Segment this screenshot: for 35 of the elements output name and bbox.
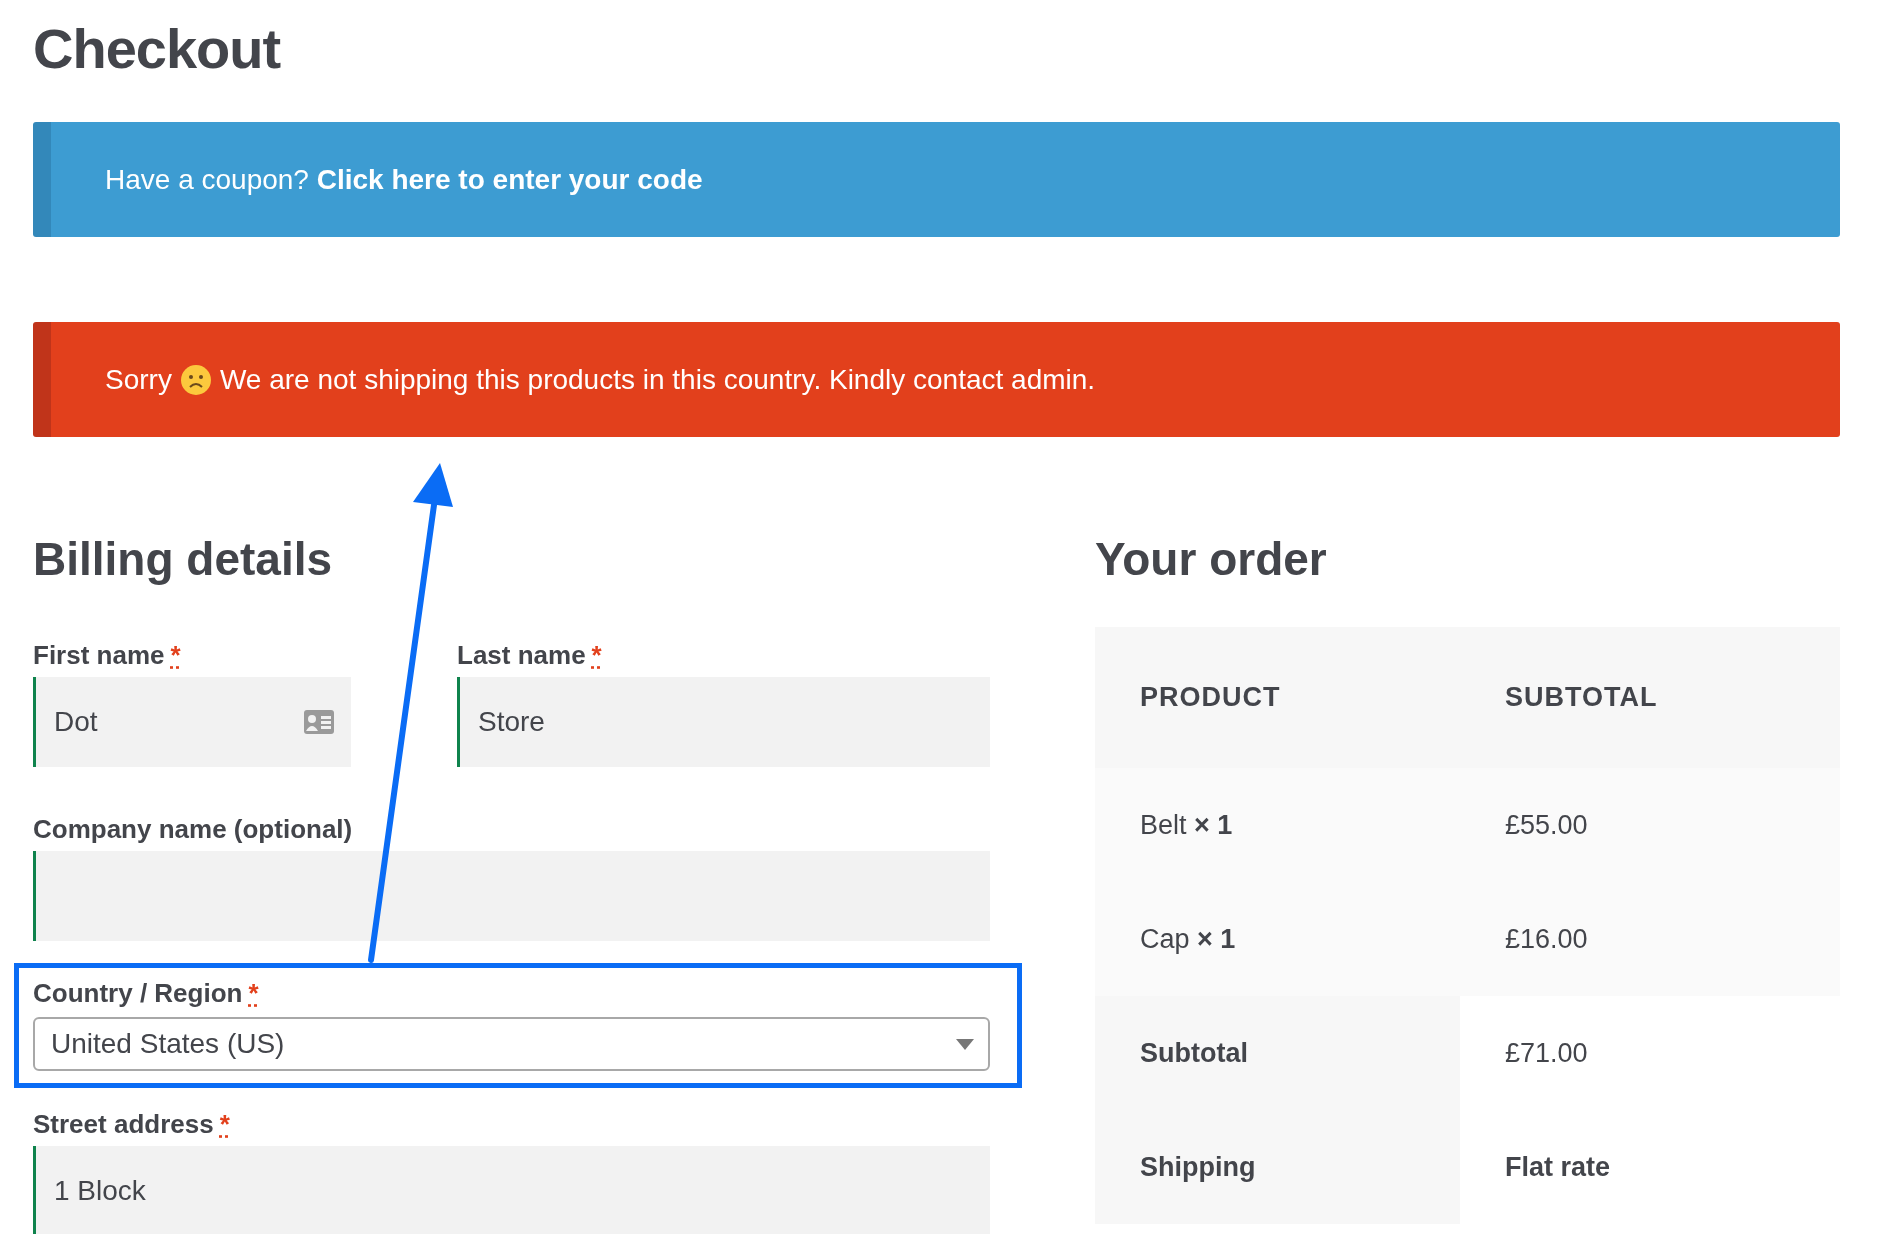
text-field[interactable]: Store bbox=[457, 677, 990, 767]
error-text: We are not shipping this products in this country. Kindly contact admin. bbox=[219, 363, 1096, 396]
required-mark: * bbox=[591, 639, 602, 672]
text-field[interactable] bbox=[33, 851, 990, 941]
text-field[interactable]: Dot bbox=[33, 677, 351, 767]
field-label: First name bbox=[33, 639, 165, 672]
table-cell: Shipping bbox=[1095, 1110, 1460, 1224]
required-mark: * bbox=[170, 639, 181, 672]
table-cell: Cap × 1 bbox=[1095, 882, 1460, 996]
country-select[interactable]: United States (US) bbox=[33, 1017, 990, 1071]
column-header: SUBTOTAL bbox=[1460, 627, 1840, 768]
table-cell: Subtotal bbox=[1095, 996, 1460, 1110]
field-label: Last name bbox=[457, 639, 586, 672]
error-text: Sorry bbox=[105, 363, 172, 396]
section-heading: Billing details bbox=[33, 532, 334, 587]
sad-face-icon bbox=[179, 363, 212, 396]
field-value: 1 Block bbox=[54, 1175, 146, 1207]
required-mark: * bbox=[219, 1108, 230, 1141]
caret-icon bbox=[956, 1038, 974, 1050]
field-label: Company name (optional) bbox=[33, 813, 353, 846]
table-cell: £71.00 bbox=[1460, 996, 1840, 1110]
text-field[interactable]: 1 Block bbox=[33, 1146, 990, 1234]
required-mark: * bbox=[248, 977, 259, 1010]
table-cell: £55.00 bbox=[1460, 768, 1840, 882]
table-cell: £16.00 bbox=[1460, 882, 1840, 996]
table-cell: Flat rate bbox=[1460, 1110, 1840, 1224]
field-label: Country / Region bbox=[33, 977, 243, 1010]
field-value: Store bbox=[478, 706, 545, 738]
section-heading: Your order bbox=[1095, 532, 1328, 587]
coupon-text: Have a coupon? Click here to enter your code bbox=[105, 163, 703, 196]
column-header: PRODUCT bbox=[1095, 627, 1460, 768]
table-cell: Belt × 1 bbox=[1095, 768, 1460, 882]
page-title: Checkout bbox=[33, 16, 282, 82]
field-value: Dot bbox=[54, 706, 98, 738]
field-label: Street address bbox=[33, 1108, 214, 1141]
